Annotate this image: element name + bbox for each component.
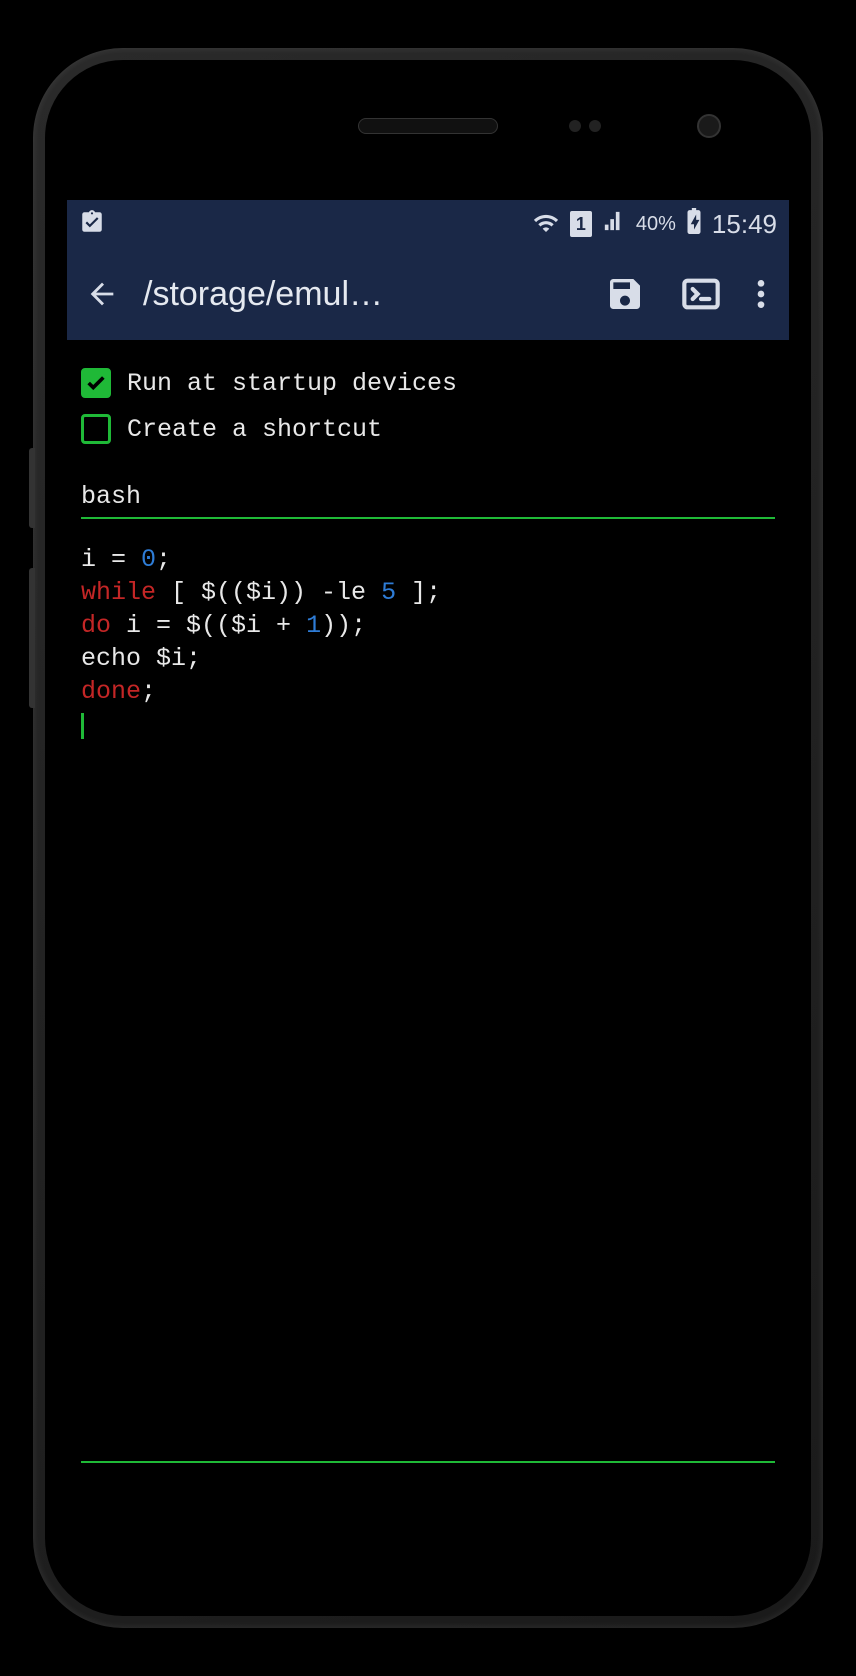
volume-button [29, 448, 35, 528]
create-shortcut-checkbox[interactable]: Create a shortcut [81, 406, 775, 452]
wifi-icon [532, 210, 560, 238]
battery-percent: 40% [636, 213, 676, 236]
clipboard-icon [79, 209, 105, 240]
code-line: i = 0; [81, 543, 775, 576]
script-name-value: bash [81, 482, 775, 511]
battery-charging-icon [686, 208, 702, 240]
run-at-startup-label: Run at startup devices [127, 369, 457, 398]
code-line: echo $i; [81, 642, 775, 675]
phone-sensor [569, 120, 581, 132]
terminal-button[interactable] [675, 268, 727, 320]
code-editor[interactable]: i = 0;while [ $(($i)) -le 5 ];do i = $((… [81, 543, 775, 1463]
create-shortcut-label: Create a shortcut [127, 415, 382, 444]
phone-speaker [358, 118, 498, 134]
app-bar: /storage/emul… [67, 248, 789, 340]
code-line: while [ $(($i)) -le 5 ]; [81, 576, 775, 609]
overflow-menu-button[interactable] [751, 270, 771, 318]
phone-frame: 1 40% 15:49 /storage/emul… [33, 48, 823, 1628]
save-button[interactable] [599, 268, 651, 320]
code-line: do i = $(($i + 1)); [81, 609, 775, 642]
checkbox-checked-icon [81, 368, 111, 398]
checkbox-unchecked-icon [81, 414, 111, 444]
phone-sensor [589, 120, 601, 132]
phone-camera [697, 114, 721, 138]
signal-icon [602, 210, 626, 238]
app-title-path: /storage/emul… [143, 275, 575, 314]
script-name-input[interactable]: bash [81, 482, 775, 519]
sim-indicator: 1 [570, 211, 592, 237]
status-bar: 1 40% 15:49 [67, 200, 789, 248]
text-cursor [81, 713, 84, 739]
status-clock: 15:49 [712, 209, 777, 240]
run-at-startup-checkbox[interactable]: Run at startup devices [81, 360, 775, 406]
volume-button [29, 568, 35, 708]
content-area: Run at startup devices Create a shortcut… [67, 340, 789, 1483]
screen: 1 40% 15:49 /storage/emul… [67, 200, 789, 1516]
back-button[interactable] [85, 277, 119, 311]
code-line: done; [81, 675, 775, 708]
